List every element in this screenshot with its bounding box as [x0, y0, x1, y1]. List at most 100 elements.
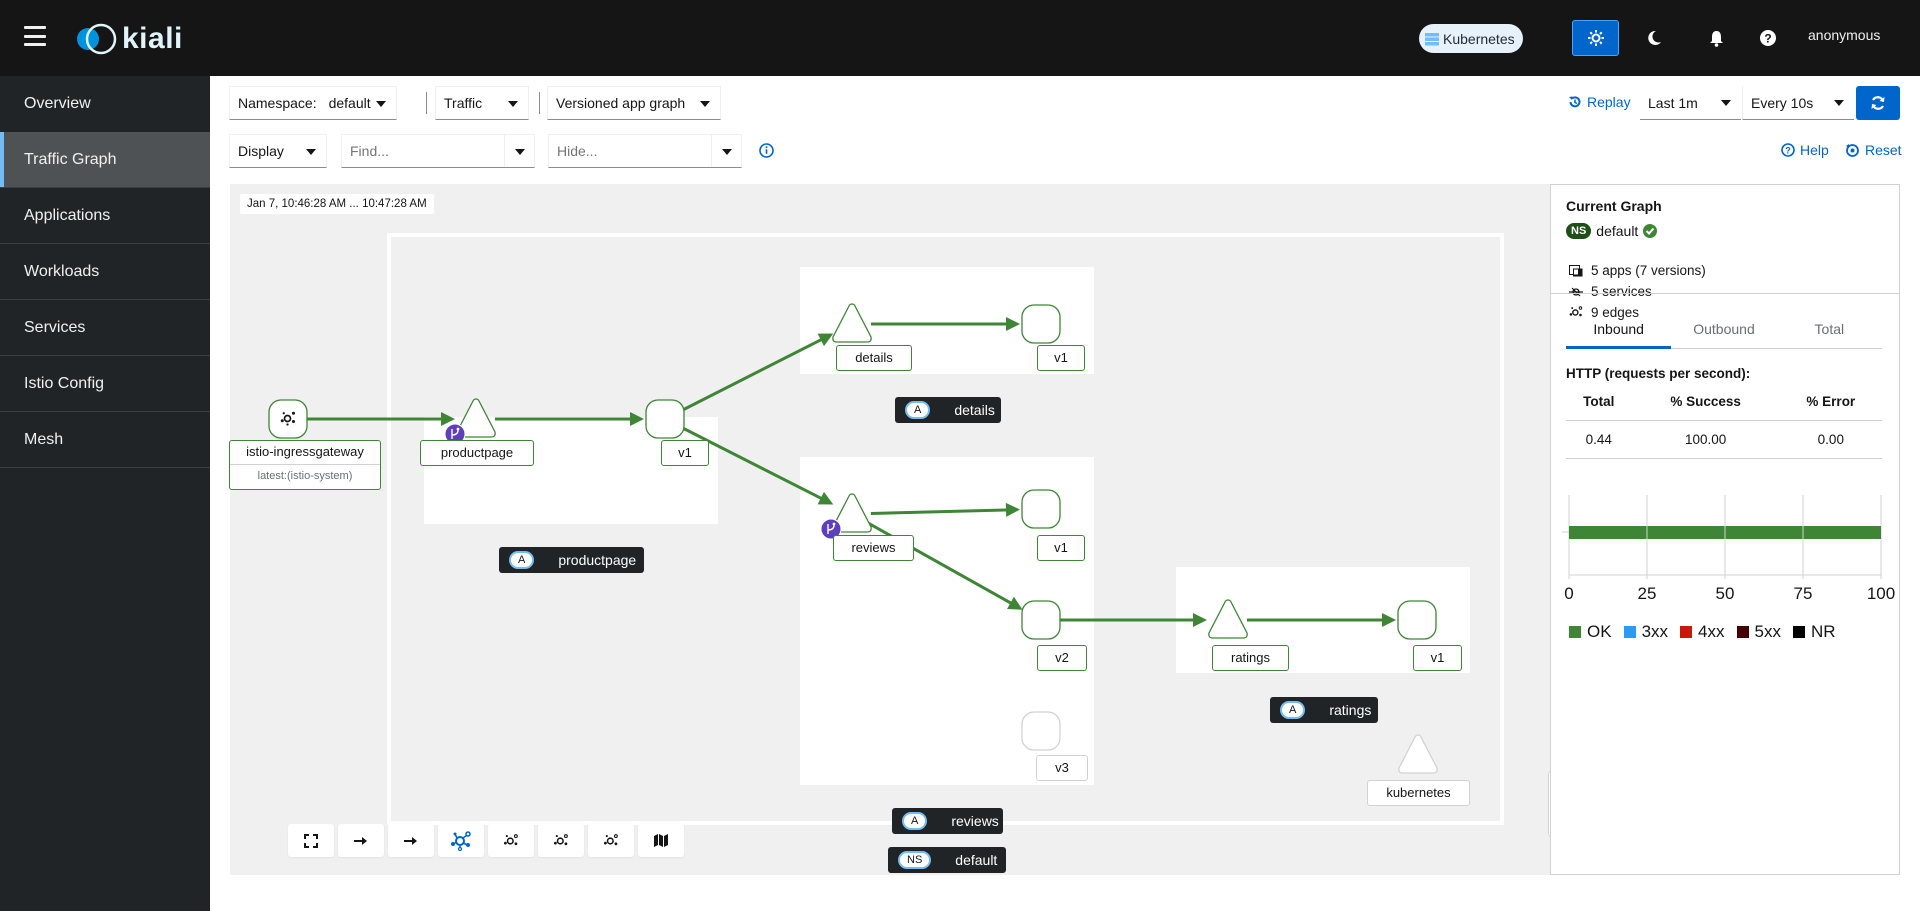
kiali-logo-icon	[77, 23, 117, 55]
node-label-details-v1[interactable]: v1	[1037, 345, 1085, 371]
box-tag-namespace-default[interactable]: NS default	[888, 847, 1006, 873]
node-label-istio-ingressgateway[interactable]: istio-ingressgateway latest:(istio-syste…	[229, 440, 381, 490]
x-tick-label: 0	[1564, 584, 1573, 603]
node-label-ratings[interactable]: ratings	[1212, 645, 1289, 671]
table-header: Total	[1566, 384, 1632, 421]
kiali-logo[interactable]: kiali	[72, 22, 183, 56]
edge-reviews_svc-reviews_v1[interactable]	[870, 508, 1011, 515]
main-content: Namespace: default Traffic Versioned app…	[210, 76, 1920, 911]
question-circle-icon: ?	[1781, 143, 1795, 157]
layout-3-button[interactable]	[588, 824, 634, 857]
hamburger-menu-icon[interactable]	[24, 26, 46, 46]
help-link[interactable]: ? Help	[1781, 142, 1829, 158]
notifications-button[interactable]	[1704, 24, 1728, 52]
cluster-badge: Kubernetes	[1419, 24, 1523, 53]
layout-2-button[interactable]	[538, 824, 584, 857]
traffic-select[interactable]: Traffic	[435, 86, 529, 120]
hide-input[interactable]	[549, 135, 711, 167]
reset-link[interactable]: Reset	[1845, 142, 1902, 158]
tab-total[interactable]: Total	[1777, 311, 1882, 348]
node-gateway[interactable]	[268, 399, 308, 439]
sidebar-item-overview[interactable]: Overview	[0, 76, 210, 132]
caret-down-icon	[722, 149, 732, 155]
node-label-reviews-v1[interactable]: v1	[1037, 535, 1085, 561]
user-menu[interactable]: anonymous	[1808, 27, 1880, 43]
table-header-row: Total % Success % Error	[1566, 384, 1882, 421]
node-label-productpage[interactable]: productpage	[420, 440, 534, 466]
node-label-reviews-v3[interactable]: v3	[1036, 755, 1088, 781]
node-label-reviews[interactable]: reviews	[833, 535, 914, 561]
question-circle-icon: ?	[1760, 30, 1776, 46]
refresh-interval-label: Every 10s	[1751, 94, 1814, 111]
sidebar-item-applications[interactable]: Applications	[0, 188, 210, 244]
traffic-tabs: Inbound Outbound Total	[1566, 311, 1882, 349]
table-cell-success: 100.00	[1631, 420, 1780, 459]
masthead: kiali Kubernetes ? anonymous	[0, 0, 1920, 76]
node-label-ratings-v1[interactable]: v1	[1413, 645, 1462, 671]
sidebar-item-traffic-graph[interactable]: Traffic Graph	[0, 132, 210, 188]
node-reviews-v1[interactable]	[1021, 489, 1061, 529]
legend-label: OK	[1587, 622, 1612, 641]
dark-theme-button[interactable]	[1630, 20, 1677, 56]
find-input[interactable]	[342, 135, 504, 167]
x-tick-label: 100	[1867, 584, 1895, 603]
fit-to-screen-button[interactable]	[288, 824, 334, 857]
duration-select[interactable]: Last 1m	[1640, 86, 1741, 120]
tab-outbound[interactable]: Outbound	[1671, 311, 1776, 348]
reset-label: Reset	[1865, 142, 1902, 158]
layout-default-button[interactable]	[438, 824, 484, 857]
cluster-icon	[1425, 32, 1439, 45]
display-select[interactable]: Display	[229, 134, 327, 168]
node-label-kubernetes[interactable]: kubernetes	[1367, 780, 1470, 806]
box-tag-productpage[interactable]: A productpage	[499, 547, 644, 573]
namespace-name[interactable]: default	[1596, 223, 1638, 239]
refresh-button[interactable]	[1856, 86, 1900, 120]
node-kubernetes[interactable]	[1398, 734, 1438, 774]
find-hide-info-button[interactable]	[759, 143, 774, 163]
refresh-interval-select[interactable]: Every 10s	[1742, 86, 1854, 120]
node-reviews-v3[interactable]	[1021, 711, 1061, 751]
cluster-name: Kubernetes	[1443, 30, 1515, 47]
sidebar-item-workloads[interactable]: Workloads	[0, 244, 210, 300]
table-cell-total: 0.44	[1566, 420, 1632, 459]
box-tag-ratings[interactable]: A ratings	[1270, 697, 1378, 723]
legend-swatch	[1623, 626, 1636, 638]
table-cell-error: 0.00	[1779, 420, 1882, 459]
arrow-right-icon	[404, 836, 417, 845]
layout-top-down-button[interactable]	[388, 824, 434, 857]
node-reviews-v2[interactable]	[1021, 600, 1061, 640]
node-ratings-svc[interactable]	[1208, 599, 1248, 639]
hide-options-toggle[interactable]	[711, 135, 741, 167]
box-tag-reviews[interactable]: A reviews	[892, 808, 1003, 834]
graph-canvas[interactable]: Jan 7, 10:46:28 AM ... 10:47:28 AM istio…	[229, 184, 1570, 875]
sidebar-item-services[interactable]: Services	[0, 300, 210, 356]
moon-icon	[1647, 30, 1661, 45]
sidebar-item-mesh[interactable]: Mesh	[0, 412, 210, 468]
replay-button[interactable]: Replay	[1568, 94, 1631, 110]
tab-inbound[interactable]: Inbound	[1566, 311, 1672, 349]
layout-left-right-button[interactable]	[338, 824, 384, 857]
node-label-reviews-v2[interactable]: v2	[1037, 645, 1087, 671]
layout-1-button[interactable]	[488, 824, 534, 857]
namespace-select[interactable]: Namespace: default	[229, 86, 397, 120]
light-theme-button[interactable]	[1572, 20, 1619, 56]
box-tag-label: ratings	[1329, 702, 1372, 718]
services-icon	[1569, 287, 1583, 296]
node-productpage-v1[interactable]	[645, 399, 685, 439]
node-ratings-v1[interactable]	[1397, 600, 1437, 640]
edge-productpage_v1-details_svc[interactable]	[681, 336, 826, 412]
sidebar-item-istio-config[interactable]: Istio Config	[0, 356, 210, 412]
node-details-v1[interactable]	[1021, 304, 1061, 344]
box-tag-details[interactable]: A details	[895, 397, 1001, 423]
help-menu-button[interactable]: ?	[1756, 24, 1780, 52]
node-label-productpage-v1[interactable]: v1	[661, 440, 709, 466]
node-details-svc[interactable]	[832, 303, 872, 343]
legend-button[interactable]	[638, 824, 684, 857]
caret-down-icon	[1834, 100, 1844, 106]
sync-icon	[1871, 96, 1885, 110]
namespace-label: Namespace:	[238, 95, 317, 111]
graph-type-select[interactable]: Versioned app graph	[547, 86, 721, 120]
namespace-value: default	[328, 95, 371, 111]
find-options-toggle[interactable]	[504, 135, 534, 167]
node-label-details[interactable]: details	[836, 345, 912, 371]
